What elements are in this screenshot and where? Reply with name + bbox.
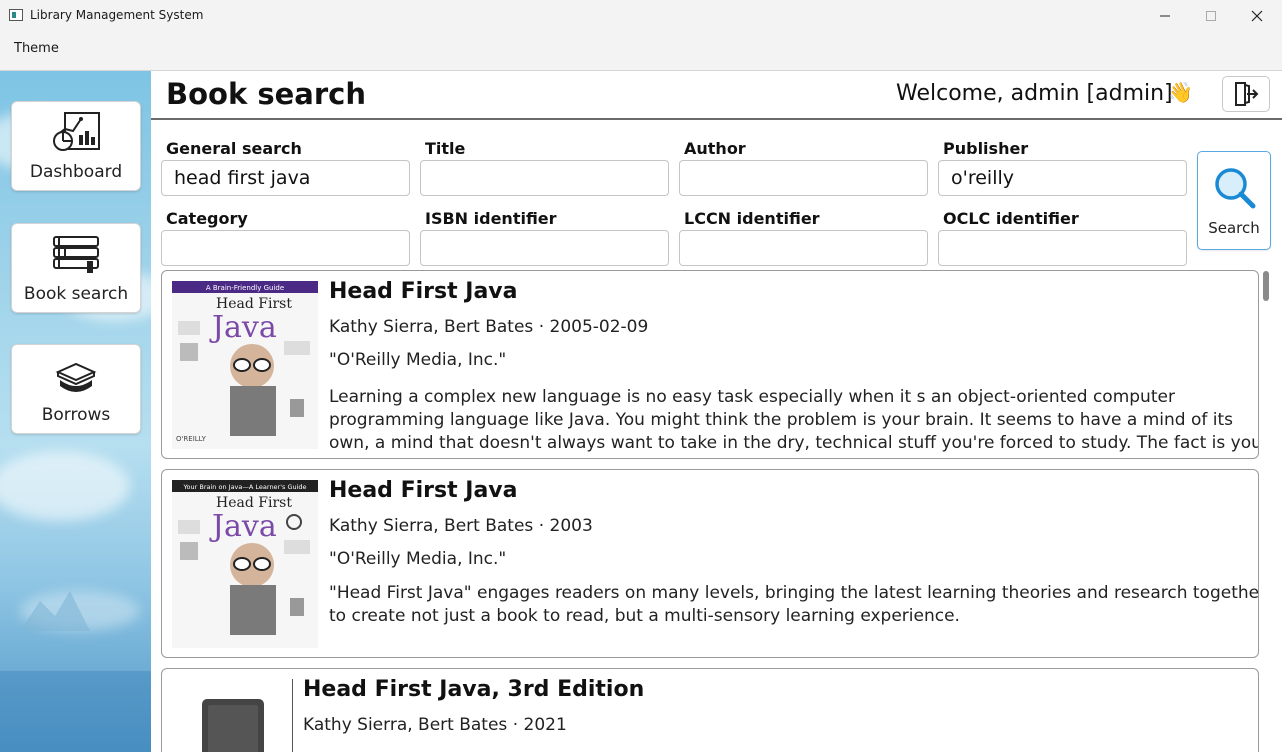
lccn-label: LCCN identifier: [684, 209, 820, 228]
dashboard-chart-icon: [53, 112, 100, 151]
results-scrollbar[interactable]: [1263, 271, 1269, 301]
book-authors-date: Kathy Sierra, Bert Bates · 2005-02-09: [329, 317, 649, 337]
author-input[interactable]: [679, 160, 928, 196]
cover-divider: [292, 679, 293, 752]
results-list: A Brain-Friendly Guide Head First Java O…: [161, 270, 1261, 752]
publisher-input[interactable]: [938, 160, 1187, 196]
svg-text:O'REILLY: O'REILLY: [176, 435, 207, 443]
book-publisher: "O'Reilly Media, Inc.": [329, 549, 507, 569]
nav-dashboard-button[interactable]: Dashboard: [11, 101, 141, 191]
isbn-label: ISBN identifier: [425, 209, 557, 228]
close-button[interactable]: [1234, 0, 1280, 32]
book-title: Head First Java: [329, 279, 518, 304]
book-placeholder-icon: [202, 699, 264, 752]
author-label: Author: [684, 139, 746, 158]
publisher-label: Publisher: [943, 139, 1029, 158]
welcome-text: Welcome, admin [admin]: [896, 81, 1173, 106]
isbn-input[interactable]: [420, 230, 669, 266]
maximize-icon: [1206, 11, 1216, 21]
title-bar: Library Management System: [0, 0, 1282, 32]
nav-borrows-label: Borrows: [41, 405, 111, 425]
svg-text:Java: Java: [209, 509, 277, 544]
category-input[interactable]: [161, 230, 410, 266]
sidebar: Dashboard Book search Borrows: [0, 71, 170, 752]
oclc-label: OCLC identifier: [943, 209, 1079, 228]
book-stack-icon: [53, 236, 99, 273]
menu-bar: Theme: [0, 32, 1282, 71]
page-title: Book search: [166, 77, 366, 111]
title-input[interactable]: [420, 160, 669, 196]
close-icon: [1251, 10, 1263, 22]
book-cover-image: A Brain-Friendly Guide Head First Java O…: [172, 281, 318, 449]
svg-text:A Brain-Friendly Guide: A Brain-Friendly Guide: [206, 284, 284, 292]
nav-book-search-label: Book search: [23, 284, 129, 304]
hand-book-icon: [55, 362, 97, 392]
search-button-label: Search: [1208, 219, 1260, 237]
maximize-button[interactable]: [1188, 0, 1234, 32]
minimize-button[interactable]: [1142, 0, 1188, 32]
menu-theme[interactable]: Theme: [14, 41, 59, 56]
wave-hand-icon: 👋: [1168, 80, 1193, 104]
general-search-label: General search: [166, 139, 302, 158]
nav-dashboard-label: Dashboard: [29, 162, 123, 182]
result-card[interactable]: Your Brain on Java—A Learner's Guide Hea…: [161, 469, 1259, 658]
oclc-input[interactable]: [938, 230, 1187, 266]
search-button[interactable]: Search: [1197, 151, 1271, 250]
general-search-input[interactable]: [161, 160, 410, 196]
category-label: Category: [166, 209, 248, 228]
title-label: Title: [425, 139, 466, 158]
header-divider: [151, 118, 1282, 120]
book-authors-date: Kathy Sierra, Bert Bates · 2003: [329, 516, 593, 536]
book-description: "Head First Java" engages readers on man…: [329, 583, 1259, 626]
minimize-icon: [1160, 15, 1170, 17]
logout-icon: [1235, 82, 1259, 106]
nav-borrows-button[interactable]: Borrows: [11, 344, 141, 434]
nav-book-search-button[interactable]: Book search: [11, 223, 141, 313]
book-publisher: "O'Reilly Media, Inc.": [329, 350, 507, 370]
svg-text:Your Brain on Java—A Learner's: Your Brain on Java—A Learner's Guide: [182, 483, 306, 491]
book-description: Learning a complex new language is no ea…: [329, 387, 1258, 458]
book-authors-date: Kathy Sierra, Bert Bates · 2021: [303, 715, 567, 735]
logout-button[interactable]: [1222, 76, 1270, 112]
magnifier-icon: [1215, 168, 1256, 209]
window-title: Library Management System: [30, 8, 204, 22]
svg-text:Java: Java: [209, 310, 277, 345]
book-title: Head First Java: [329, 478, 518, 503]
result-card[interactable]: A Brain-Friendly Guide Head First Java O…: [161, 270, 1259, 459]
result-card[interactable]: Head First Java, 3rd Edition Kathy Sierr…: [161, 668, 1259, 752]
lccn-input[interactable]: [679, 230, 928, 266]
app-icon: [9, 9, 23, 21]
book-title: Head First Java, 3rd Edition: [303, 677, 645, 702]
main-content: Book search Welcome, admin [admin] 👋 Gen…: [151, 71, 1282, 752]
book-cover-image: Your Brain on Java—A Learner's Guide Hea…: [172, 480, 318, 648]
